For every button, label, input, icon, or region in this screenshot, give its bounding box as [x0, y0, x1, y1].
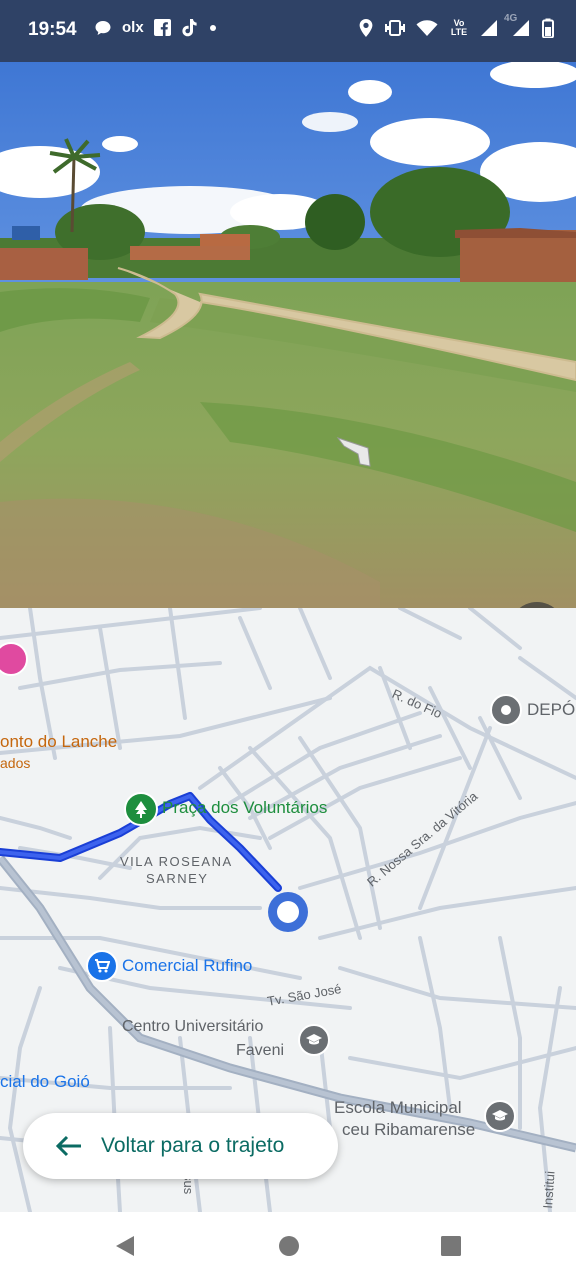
olx-icon: olx	[122, 19, 144, 36]
neighborhood-label-line2: SARNEY	[146, 871, 209, 886]
neighborhood-label-line1: VILA ROSEANA	[120, 854, 233, 869]
recents-square-icon[interactable]	[440, 1234, 462, 1258]
street-view-image[interactable]	[0, 62, 576, 608]
poi-label-escola-line1[interactable]: Escola Municipal	[334, 1098, 462, 1118]
poi-label-escola-line2[interactable]: ceu Ribamarense	[342, 1120, 475, 1140]
poi-label-deposito[interactable]: DEPÓ	[527, 700, 575, 720]
street-label-bottom-right: Institui	[540, 1170, 558, 1210]
status-bar: 19:54 olx Vo LTE 4G	[0, 0, 576, 62]
system-navigation-bar	[0, 1212, 576, 1280]
tiktok-icon	[182, 19, 197, 37]
school-poi-icon[interactable]	[484, 1100, 516, 1132]
back-to-route-label: Voltar para o trajeto	[101, 1134, 285, 1157]
poi-sublabel-lanche: ados	[0, 755, 31, 771]
street-view-panorama[interactable]	[0, 62, 576, 608]
back-to-route-button[interactable]: Voltar para o trajeto	[23, 1113, 338, 1179]
home-circle-icon[interactable]	[278, 1234, 300, 1258]
vibrate-icon	[385, 20, 405, 36]
dot-icon	[209, 24, 216, 31]
poi-label-lanche[interactable]: onto do Lanche	[0, 732, 117, 752]
system-icons: Vo LTE 4G	[358, 13, 554, 38]
current-location-marker	[268, 892, 308, 932]
location-icon	[359, 19, 373, 37]
volte-icon: Vo LTE	[450, 18, 468, 37]
arrow-left-icon	[55, 1135, 81, 1157]
poi-label-centro-line1[interactable]: Centro Universitário	[122, 1018, 263, 1036]
poi-label-goio[interactable]: cial do Goió	[0, 1072, 90, 1092]
poi-label-praca[interactable]: Praça dos Voluntários	[162, 798, 327, 818]
facebook-icon	[153, 19, 171, 36]
signal-icon	[481, 20, 497, 36]
poi-label-comercial[interactable]: Comercial Rufino	[122, 956, 252, 976]
deposit-poi-icon[interactable]	[490, 694, 522, 726]
status-time: 19:54	[28, 19, 77, 40]
poi-label-centro-line2[interactable]: Faveni	[236, 1042, 284, 1060]
battery-icon	[542, 18, 554, 38]
notification-icons: olx	[94, 18, 218, 37]
wifi-icon	[416, 20, 438, 36]
shopping-cart-poi-icon[interactable]	[86, 950, 118, 982]
signal-4g-icon: 4G	[504, 13, 532, 37]
park-poi-icon[interactable]	[124, 792, 158, 826]
chat-bubble-icon	[95, 20, 111, 35]
back-triangle-icon[interactable]	[114, 1234, 136, 1258]
university-poi-icon[interactable]	[298, 1024, 330, 1056]
